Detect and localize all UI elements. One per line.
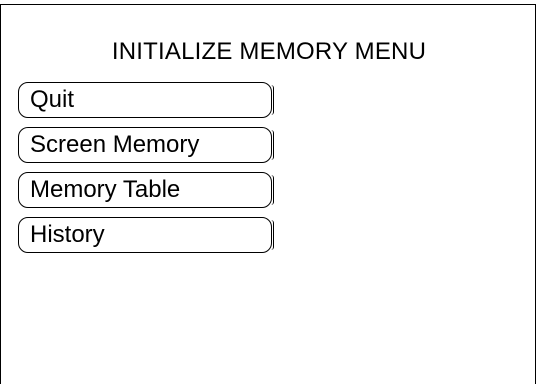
- initialize-memory-menu-window: INITIALIZE MEMORY MENU Quit Screen Memor…: [0, 4, 536, 384]
- menu-options: Quit Screen Memory Memory Table History: [18, 82, 274, 262]
- menu-title: INITIALIZE MEMORY MENU: [111, 38, 427, 65]
- screen-memory-button[interactable]: Screen Memory: [18, 127, 274, 163]
- history-button[interactable]: History: [18, 217, 274, 253]
- memory-table-button[interactable]: Memory Table: [18, 172, 274, 208]
- quit-button[interactable]: Quit: [18, 82, 274, 118]
